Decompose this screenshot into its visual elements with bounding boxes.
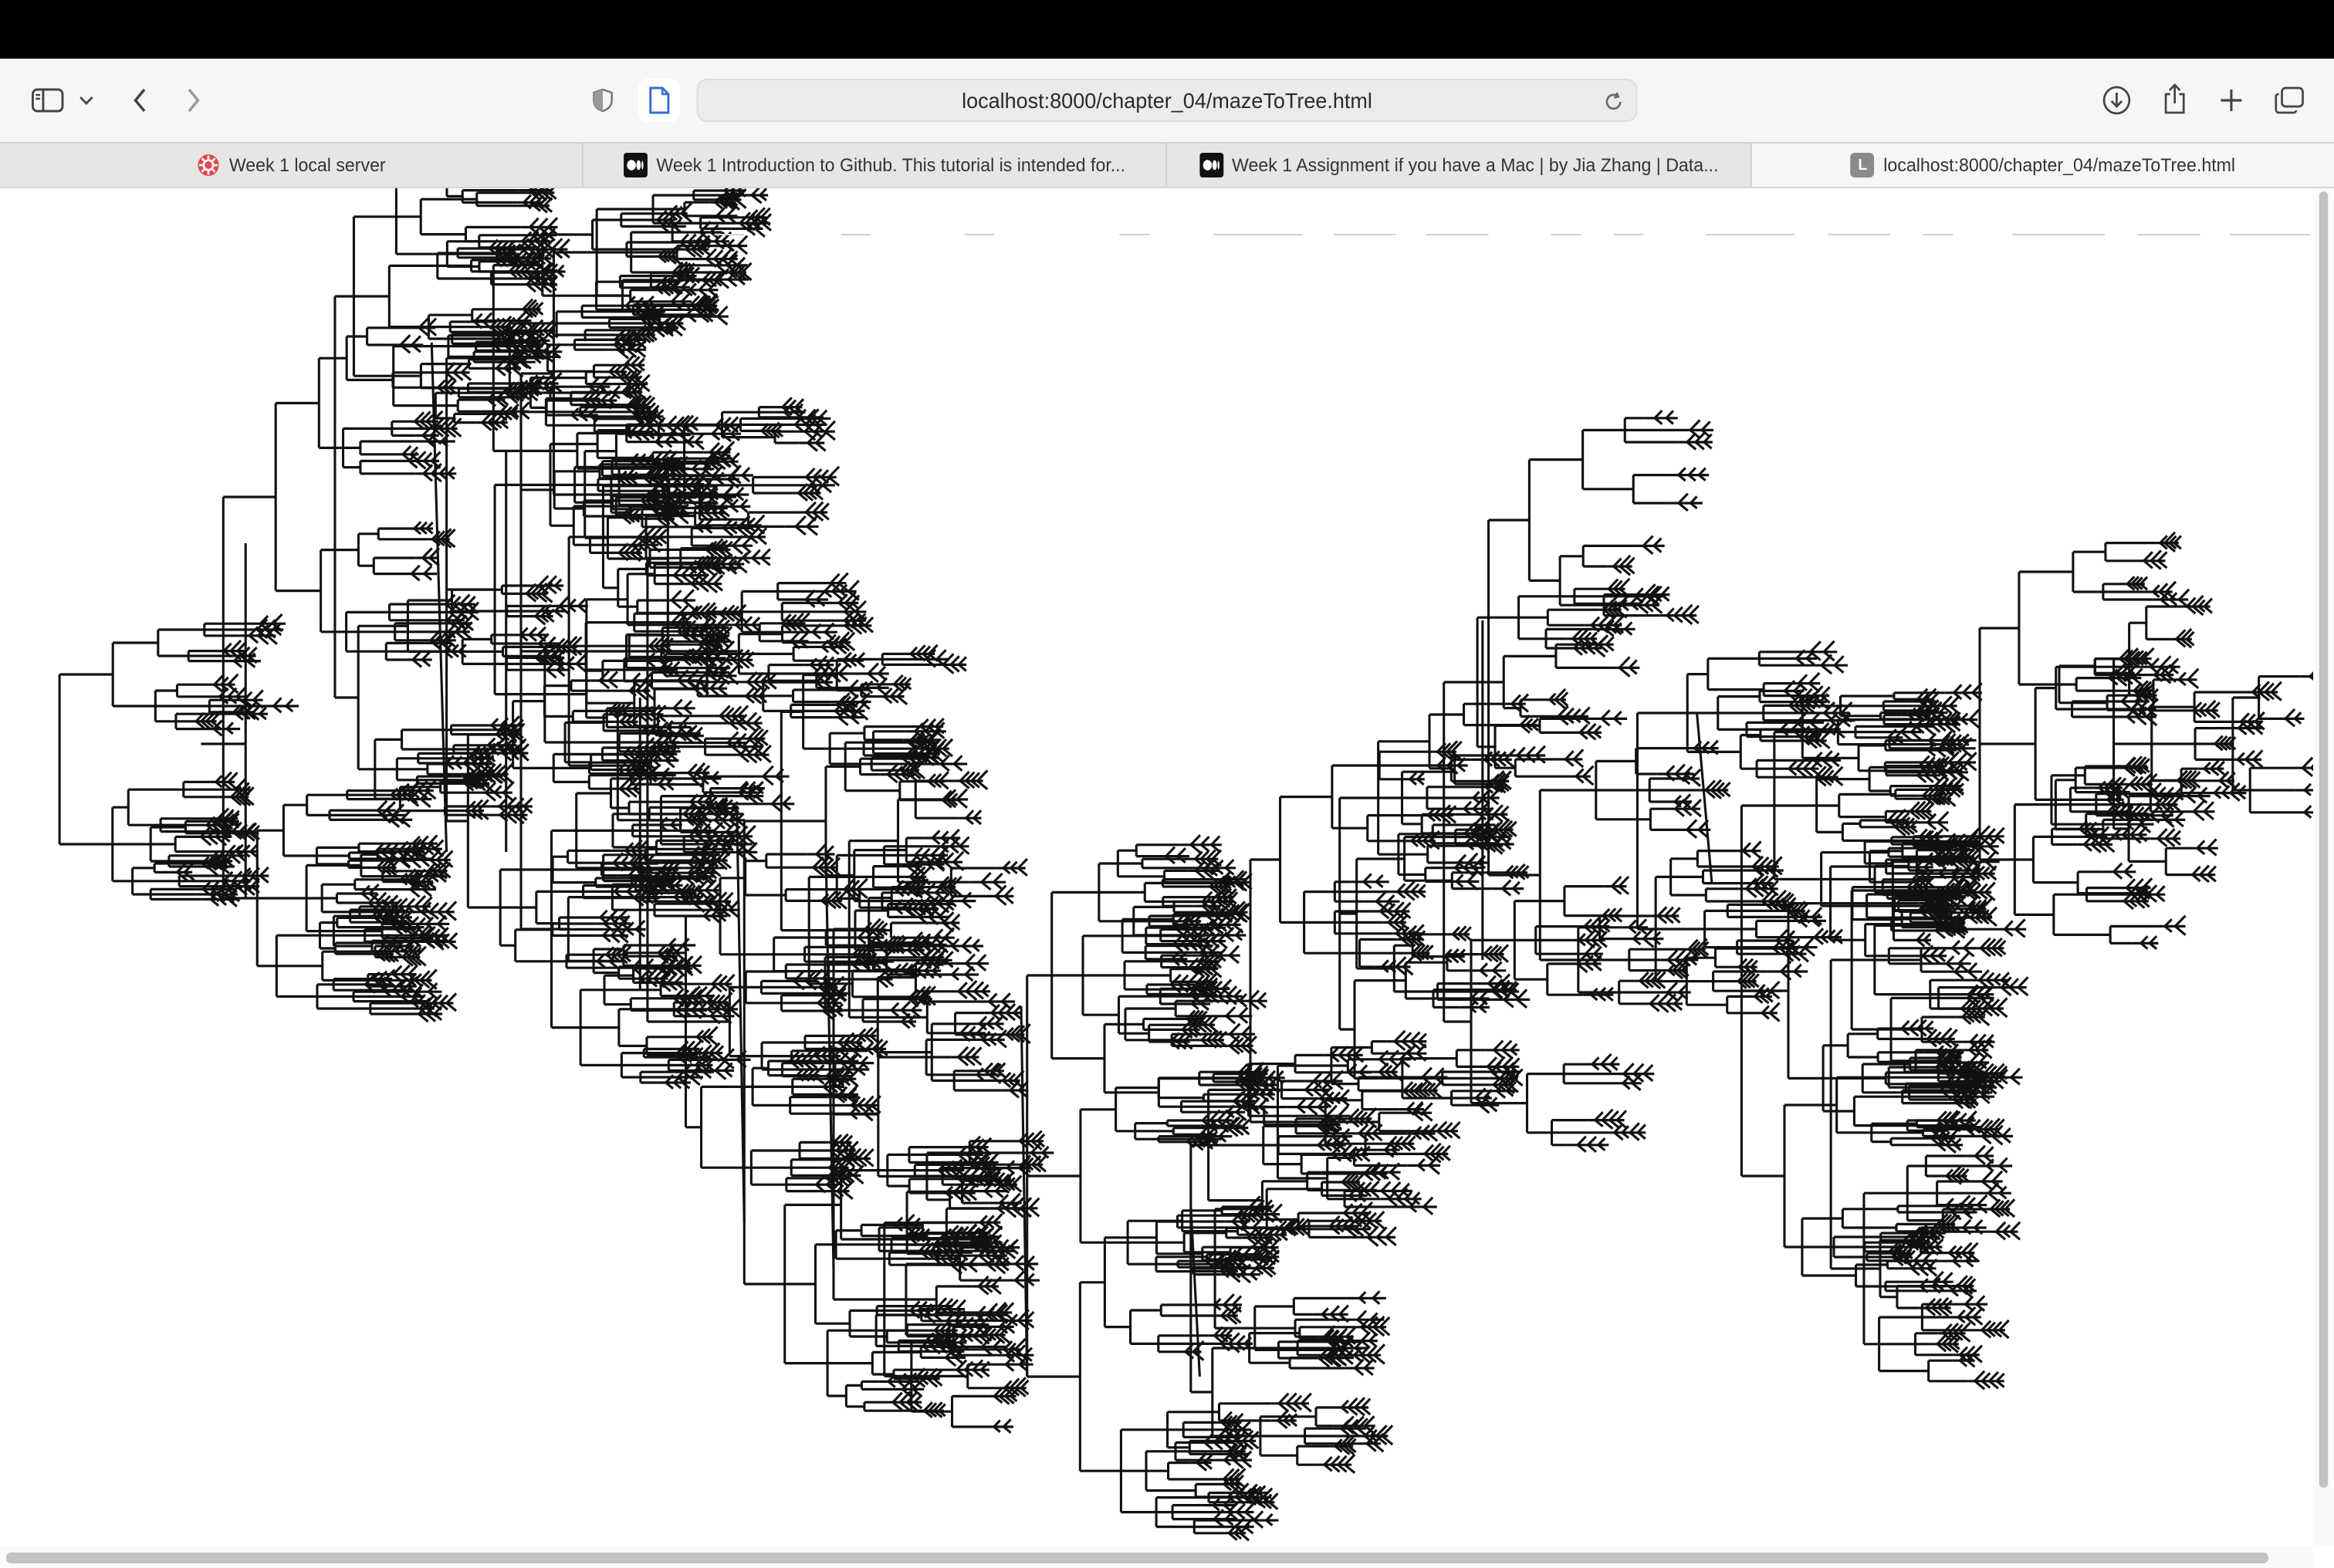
tab-bar: Week 1 local server Week 1 Introduction … (0, 142, 2334, 188)
tree-edge (715, 250, 723, 259)
tree-edge (430, 903, 438, 911)
tree-edge (839, 664, 847, 674)
tree-edge (868, 674, 878, 682)
page-content (0, 188, 2334, 1549)
tree-edge (530, 218, 539, 228)
medium-icon (1199, 153, 1223, 177)
tree-edge (228, 674, 238, 684)
tree-edge (600, 671, 609, 681)
tree-edge (800, 633, 807, 641)
tree-edge (682, 293, 689, 302)
tab-week1-local-server[interactable]: Week 1 local server (0, 144, 584, 187)
tree-edge (446, 901, 456, 911)
tree-edge (548, 218, 557, 227)
tree-edge (377, 801, 387, 810)
page-icon[interactable] (638, 79, 680, 122)
browser-toolbar: localhost:8000/chapter_04/mazeToTree.htm… (0, 59, 2334, 142)
tree-edge (755, 515, 765, 525)
tree-edge (447, 993, 456, 1003)
chevron-right-icon[interactable] (173, 79, 215, 122)
tree-edge (448, 933, 457, 941)
tree-edge (540, 218, 548, 227)
gear-icon (196, 153, 220, 177)
tree-edge (848, 580, 858, 591)
tree-edge (825, 431, 835, 440)
medium-icon (624, 153, 648, 177)
tab-label: Week 1 Assignment if you have a Mac | by… (1232, 154, 1718, 176)
url-text[interactable]: localhost:8000/chapter_04/mazeToTree.htm… (698, 80, 1635, 120)
letter-favicon-icon: L (1851, 153, 1875, 177)
tree-edge (671, 590, 681, 600)
tree-edge (253, 690, 262, 700)
tree-edge (715, 1059, 726, 1070)
tree-edge (524, 798, 532, 806)
maze-tree-visualization (0, 188, 2313, 1546)
tree-edge (692, 956, 702, 965)
tree-edge (763, 766, 773, 776)
tree-edge (438, 903, 447, 912)
tree-edge (761, 549, 770, 559)
tree-edge (731, 453, 739, 461)
tabs-overview-icon[interactable] (2268, 79, 2310, 122)
tree-edge (590, 378, 598, 387)
tree-edge (730, 901, 739, 910)
tree-edge (878, 678, 887, 688)
tree-edge (403, 446, 411, 455)
tree-edge (249, 627, 258, 635)
address-bar[interactable]: localhost:8000/chapter_04/mazeToTree.htm… (697, 79, 1638, 122)
tree-edge (684, 590, 694, 600)
tab-week1-intro-github[interactable]: Week 1 Introduction to Github. This tuto… (584, 144, 1167, 187)
download-icon[interactable] (2096, 79, 2137, 122)
tab-label: localhost:8000/chapter_04/mazeToTree.htm… (1883, 154, 2235, 176)
reload-icon[interactable] (1600, 88, 1627, 116)
tree-edge (411, 566, 419, 574)
tree-edge (412, 336, 421, 345)
chevron-left-icon[interactable] (119, 79, 161, 122)
tree-edge (796, 516, 806, 526)
tree-edge (763, 776, 773, 785)
tree-edge (260, 867, 269, 876)
sidebar-menu-chevron-icon[interactable] (69, 79, 104, 122)
tree-edge (609, 671, 617, 681)
menu-bar (0, 0, 2334, 59)
tab-label: Week 1 Introduction to Github. This tuto… (656, 154, 1125, 176)
tree-branches (59, 188, 2313, 1540)
tree-edge (718, 306, 728, 316)
tree-edge (807, 526, 817, 535)
tree-edge (738, 236, 748, 246)
sidebar-icon[interactable] (27, 79, 69, 122)
tab-label: Week 1 local server (229, 154, 386, 176)
tree-edge (868, 664, 878, 674)
tree-edge (730, 999, 739, 1009)
shield-icon[interactable] (582, 79, 624, 122)
tab-maze-to-tree[interactable]: L localhost:8000/chapter_04/mazeToTree.h… (1752, 144, 2334, 187)
tree-edge (401, 335, 410, 345)
plus-icon[interactable] (2211, 79, 2252, 122)
tree-edge (825, 421, 835, 431)
share-icon[interactable] (2154, 77, 2196, 120)
tree-edge (715, 1070, 726, 1079)
tab-week1-assignment[interactable]: Week 1 Assignment if you have a Mac | by… (1167, 144, 1752, 187)
browser-window: localhost:8000/chapter_04/mazeToTree.htm… (0, 0, 2334, 1516)
tree-edge (817, 845, 826, 854)
tree-edge (674, 700, 682, 708)
